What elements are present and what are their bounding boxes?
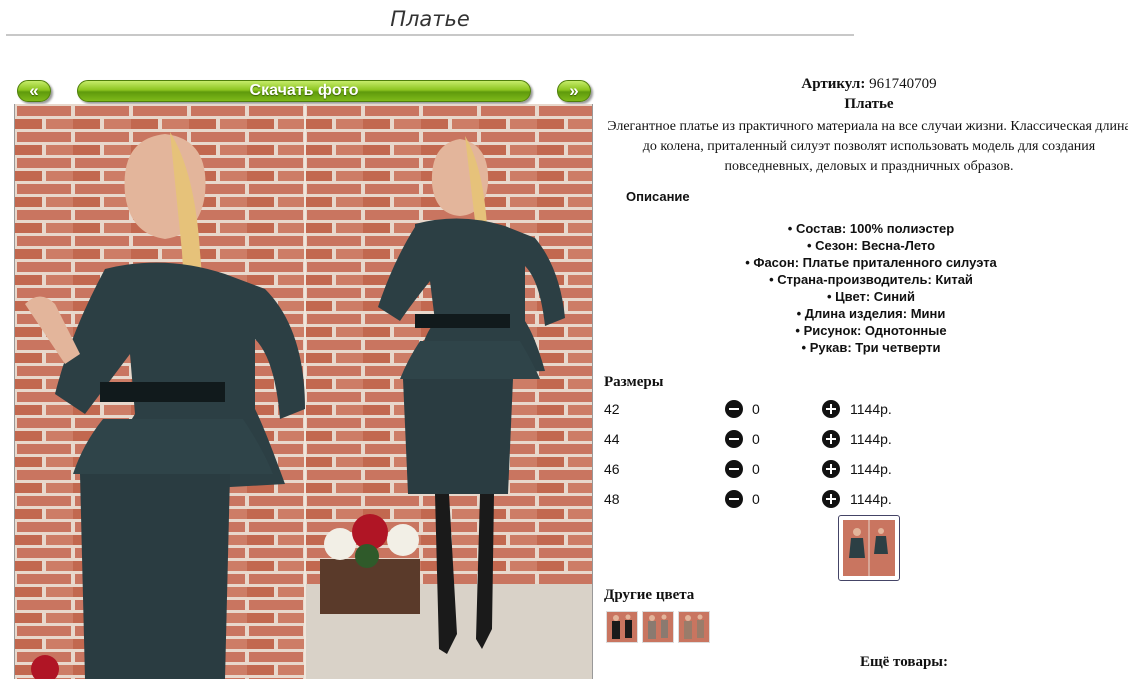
article-line: Артикул: 961740709 [604,76,1128,93]
details-item: Цвет: Синий [604,288,1128,305]
minus-icon[interactable] [725,460,743,478]
product-description: Элегантное платье из практичного материа… [607,119,1128,174]
details-list: Состав: 100% полиэстер Сезон: Весна-Лето… [604,220,1128,356]
size-row: 44 0 1144р. [604,430,934,450]
minus-icon[interactable] [725,430,743,448]
details-item: Страна-производитель: Китай [604,271,1128,288]
size-price: 1144р. [850,461,892,477]
details-item: Состав: 100% полиэстер [604,220,1128,237]
size-row: 46 0 1144р. [604,460,934,480]
plus-icon[interactable] [822,430,840,448]
plus-icon[interactable] [822,460,840,478]
size-row: 42 0 1144р. [604,400,934,420]
article-label: Артикул: [801,76,866,92]
minus-icon[interactable] [725,490,743,508]
details-item: Фасон: Платье приталенного силуэта [604,254,1128,271]
quantity-value: 0 [752,461,760,477]
prev-photo-button[interactable]: « [17,80,51,102]
more-products-title: Ещё товары: [859,654,949,670]
next-photo-button[interactable]: » [557,80,591,102]
minus-icon[interactable] [725,400,743,418]
details-item: Сезон: Весна-Лето [604,237,1128,254]
sizes-title: Размеры [604,374,664,390]
plus-icon[interactable] [822,490,840,508]
photo-thumbnail[interactable] [838,515,900,581]
details-item: Рукав: Три четверти [604,339,1128,356]
size-price: 1144р. [850,491,892,507]
article-value: 961740709 [869,76,937,92]
details-title: Описание [626,189,690,204]
details-item: Длина изделия: Мини [604,305,1128,322]
product-photo[interactable] [14,104,593,679]
size-label: 48 [604,491,620,507]
color-variant-thumbnail[interactable] [606,611,638,643]
size-label: 44 [604,431,620,447]
download-photo-button[interactable]: Скачать фото [77,80,531,102]
color-variant-thumbnail[interactable] [642,611,674,643]
size-price: 1144р. [850,431,892,447]
size-row: 48 0 1144р. [604,490,934,510]
size-label: 46 [604,461,620,477]
size-label: 42 [604,401,620,417]
plus-icon[interactable] [822,400,840,418]
color-variant-thumbnail[interactable] [678,611,710,643]
quantity-value: 0 [752,491,760,507]
product-name: Платье [844,96,894,112]
other-colors-title: Другие цвета [604,587,695,603]
details-item: Рисунок: Однотонные [604,322,1128,339]
quantity-value: 0 [752,431,760,447]
quantity-value: 0 [752,401,760,417]
page-title: Платье [6,6,854,36]
size-price: 1144р. [850,401,892,417]
